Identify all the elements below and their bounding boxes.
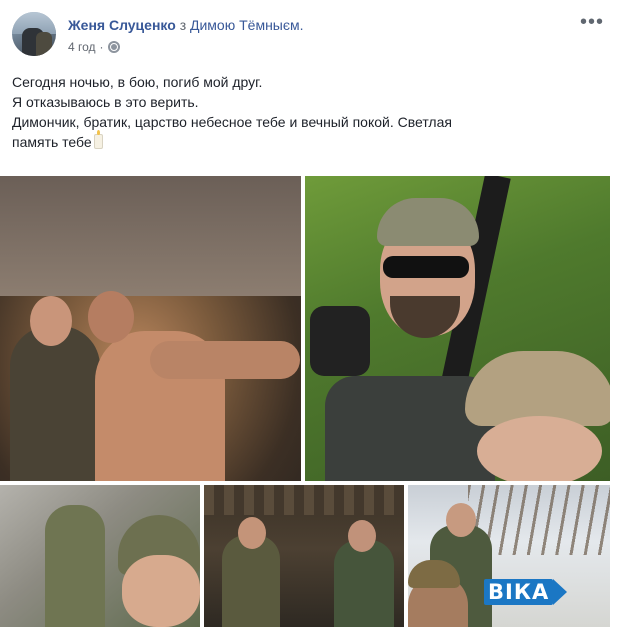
meta-separator: · (99, 40, 104, 54)
photo-figure (45, 505, 105, 627)
post-text: Сегодня ночью, в бою, погиб мой друг. Я … (12, 72, 608, 152)
photo-figure (390, 296, 460, 338)
author-avatar[interactable] (12, 12, 56, 56)
photo-figure (446, 503, 476, 537)
photo-3[interactable] (0, 485, 200, 627)
photo-background (204, 485, 404, 515)
globe-icon[interactable] (107, 41, 120, 53)
post-text-line: Димончик, братик, царство небесное тебе … (12, 114, 452, 130)
photo-1[interactable] (0, 176, 301, 481)
photo-figure (383, 256, 469, 278)
post-header: Женя Слуценко з Димою Тёмныєм. 4 год · •… (12, 12, 608, 62)
author-name[interactable]: Женя Слуценко (68, 17, 176, 33)
photo-figure (477, 416, 602, 481)
post-time[interactable]: 4 год (68, 40, 96, 54)
photo-background (0, 176, 301, 296)
post-meta: 4 год · (68, 40, 120, 54)
photo-figure (348, 520, 376, 552)
photo-figure (310, 306, 370, 376)
more-icon[interactable]: ••• (580, 12, 604, 32)
photo-figure (334, 540, 394, 627)
photo-figure (10, 326, 100, 481)
post-text-line: Я отказываюсь в это верить. (12, 94, 199, 110)
avatar-figure (36, 32, 52, 56)
photo-figure (30, 296, 72, 346)
photo-figure (377, 198, 479, 246)
post-text-line: память тебе (12, 134, 92, 150)
author-line: Женя Слуценко з Димою Тёмныєм. (68, 16, 304, 34)
photo-figure (238, 517, 266, 549)
photo-2[interactable] (305, 176, 610, 481)
photo-4[interactable] (204, 485, 404, 627)
facebook-post: Женя Слуценко з Димою Тёмныєм. 4 год · •… (0, 0, 620, 627)
post-text-line: Сегодня ночью, в бою, погиб мой друг. (12, 74, 263, 90)
post-text-line-last: память тебе (12, 130, 608, 152)
watermark-text: ВІКА (484, 579, 554, 605)
watermark-logo: ВІКА (484, 579, 568, 605)
photo-5[interactable]: ВІКА (408, 485, 610, 627)
photo-figure (88, 291, 134, 343)
watermark-arrow-icon (553, 579, 568, 605)
photo-figure (465, 351, 610, 426)
candle-icon (93, 130, 103, 149)
tagged-person[interactable]: Димою Тёмныєм. (190, 17, 304, 33)
photo-figure (150, 341, 300, 379)
photo-figure (122, 555, 200, 627)
with-text: з (179, 17, 187, 33)
